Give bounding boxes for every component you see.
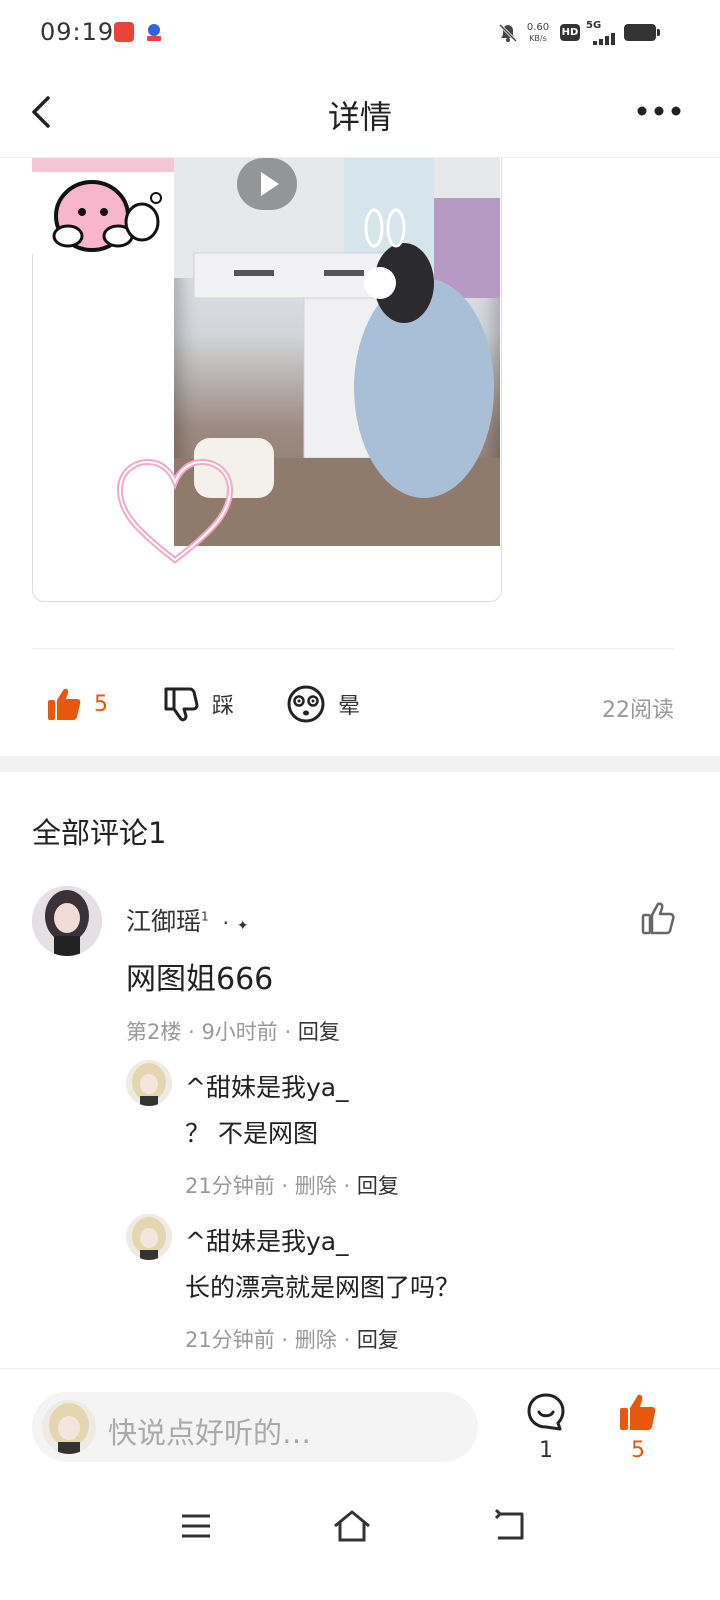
meta-sep: · xyxy=(188,1020,195,1044)
reply-text: 长的漂亮就是网图了吗？ xyxy=(185,1273,461,1302)
clock: 09:19 xyxy=(40,18,115,46)
meta-sep: · xyxy=(281,1328,289,1352)
comment-bubble-icon xyxy=(527,1393,565,1431)
bottom-like-count: 5 xyxy=(631,1438,645,1463)
reply-meta: 21分钟前 · 删除 · 回复 xyxy=(185,1324,399,1354)
play-icon xyxy=(261,172,279,196)
reply-delete-button[interactable]: 删除 xyxy=(295,1174,337,1198)
bottom-like-button[interactable] xyxy=(618,1392,658,1432)
thumbs-down-icon xyxy=(164,687,199,722)
home-icon xyxy=(334,1510,370,1542)
comment-avatar[interactable] xyxy=(32,886,102,956)
dizzy-label: 晕 xyxy=(338,694,361,719)
cartoon-sticker xyxy=(32,158,174,254)
comment-username-text: 江御瑶 xyxy=(126,907,202,936)
more-button[interactable] xyxy=(634,98,684,124)
comment-input-placeholder: 快说点好听的… xyxy=(108,1416,312,1450)
meta-sep: · xyxy=(281,1174,289,1198)
meta-sep: · xyxy=(343,1328,351,1352)
user-level: 1 xyxy=(201,909,209,924)
thumbs-up-filled-icon xyxy=(620,1394,656,1430)
like-count: 5 xyxy=(94,691,108,717)
net-speed-value: 0.60 xyxy=(526,22,550,33)
my-avatar xyxy=(42,1400,96,1454)
meta-sep: · xyxy=(343,1174,351,1198)
app-icon-baidu xyxy=(144,22,164,42)
comment-username[interactable]: 江御瑶1 · ✦ xyxy=(126,902,249,938)
back-nav-button[interactable] xyxy=(490,1506,530,1546)
comment-count: 1 xyxy=(539,1438,553,1463)
comment-input[interactable]: 快说点好听的… xyxy=(32,1392,478,1462)
video-play-button[interactable] xyxy=(237,158,297,210)
comment-floor: 第2楼 xyxy=(126,1020,182,1044)
status-bar: 09:19 0.60 KB/s HD 5G xyxy=(0,0,720,66)
dizzy-face-icon xyxy=(287,685,325,723)
reply-time: 21分钟前 xyxy=(185,1328,275,1352)
reply-username[interactable]: ^甜妹是我ya_ xyxy=(185,1068,349,1104)
reply-username[interactable]: ^甜妹是我ya_ xyxy=(185,1222,349,1258)
sparkle-icon: ✦ xyxy=(236,918,249,934)
battery-icon xyxy=(624,24,660,41)
app-icon-red xyxy=(114,22,134,42)
more-dots-icon xyxy=(637,106,681,116)
comment-like-button[interactable] xyxy=(640,900,676,936)
reply-meta: 21分钟前 · 删除 · 回复 xyxy=(185,1170,399,1200)
reply-avatar[interactable] xyxy=(126,1060,172,1106)
reply-text: ？ 不是网图 xyxy=(185,1119,318,1148)
reply-avatar[interactable] xyxy=(126,1214,172,1260)
top-nav-bar: 详情 xyxy=(0,66,720,158)
comment-meta: 第2楼 · 9小时前 · 回复 xyxy=(126,1016,340,1046)
comments-button[interactable] xyxy=(526,1392,566,1432)
page-title: 详情 xyxy=(327,98,392,136)
thumbs-up-outline-icon xyxy=(641,902,675,935)
reply-reply-button[interactable]: 回复 xyxy=(357,1174,399,1198)
dizzy-button[interactable]: 晕 xyxy=(286,682,360,726)
return-icon xyxy=(494,1508,524,1540)
like-button[interactable]: 5 xyxy=(46,682,108,726)
reply-time: 21分钟前 xyxy=(185,1174,275,1198)
net-speed-unit: KB/s xyxy=(529,34,547,43)
heart-sticker xyxy=(116,456,234,568)
menu-nav-button[interactable] xyxy=(176,1506,216,1546)
comments-section-title: 全部评论1 xyxy=(32,816,167,850)
dislike-button[interactable]: 踩 xyxy=(162,682,234,726)
post-media[interactable] xyxy=(32,158,502,602)
post-actions: 5 踩 晕 22阅读 xyxy=(0,664,720,744)
reply-delete-button[interactable]: 删除 xyxy=(295,1328,337,1352)
reply-reply-button[interactable]: 回复 xyxy=(357,1328,399,1352)
home-nav-button[interactable] xyxy=(332,1506,372,1546)
dislike-label: 踩 xyxy=(212,694,235,719)
meta-sep: · xyxy=(284,1020,292,1044)
name-suffix: · xyxy=(222,911,229,935)
section-gap xyxy=(0,756,720,772)
bottom-divider xyxy=(0,1368,720,1369)
hd-badge: HD xyxy=(560,24,580,41)
read-count: 22阅读 xyxy=(602,698,674,723)
divider xyxy=(32,648,674,649)
comment-time: 9小时前 xyxy=(201,1020,278,1044)
menu-icon xyxy=(182,1514,210,1538)
mute-bell-icon xyxy=(497,22,519,44)
thumbs-up-filled-icon xyxy=(48,688,81,720)
comment-text: 网图姐666 xyxy=(126,962,274,997)
signal-icon xyxy=(592,30,618,45)
comment-reply-button[interactable]: 回复 xyxy=(298,1020,340,1044)
net-speed: 0.60 KB/s xyxy=(523,22,553,44)
